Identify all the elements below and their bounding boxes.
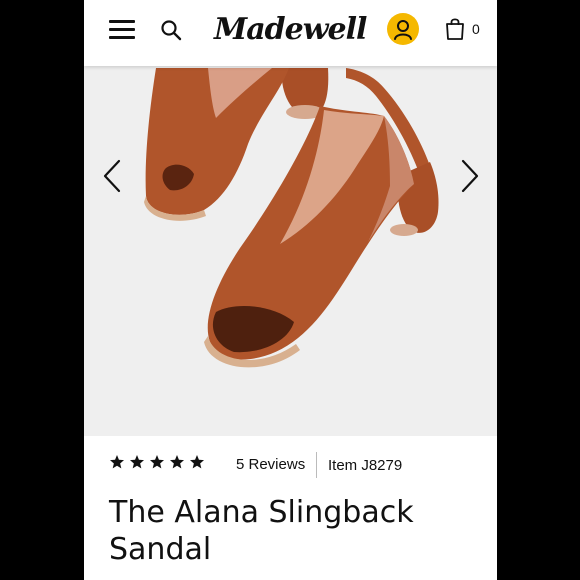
product-title: The Alana Slingback Sandal <box>109 495 414 567</box>
chevron-right-icon[interactable] <box>458 158 482 194</box>
madewell-logo[interactable]: Madewell <box>212 6 372 50</box>
search-icon[interactable] <box>160 19 182 41</box>
product-image-gallery[interactable] <box>84 66 497 436</box>
bag-count[interactable]: 0 <box>472 21 480 37</box>
chevron-left-icon[interactable] <box>100 158 124 194</box>
user-icon <box>394 20 412 40</box>
divider <box>316 452 317 478</box>
star-icon <box>110 455 124 469</box>
star-icon <box>130 455 144 469</box>
star-icon <box>150 455 164 469</box>
star-icon <box>170 455 184 469</box>
item-number: Item J8279 <box>328 457 403 474</box>
rating-stars[interactable] <box>109 454 205 470</box>
star-icon <box>190 455 204 469</box>
reviews-link[interactable]: 5 Reviews <box>236 456 305 473</box>
product-info: 5 Reviews Item J8279 The Alana Slingback… <box>84 436 497 580</box>
account-button[interactable] <box>387 13 419 45</box>
site-header: Madewell 0 <box>84 0 497 66</box>
shopping-bag-icon[interactable] <box>445 17 465 41</box>
hamburger-icon[interactable] <box>109 18 135 40</box>
product-image <box>144 68 439 368</box>
svg-text:Madewell: Madewell <box>213 12 367 47</box>
product-page: Madewell 0 5 Reviews Item J8279 The Alan… <box>84 0 497 580</box>
